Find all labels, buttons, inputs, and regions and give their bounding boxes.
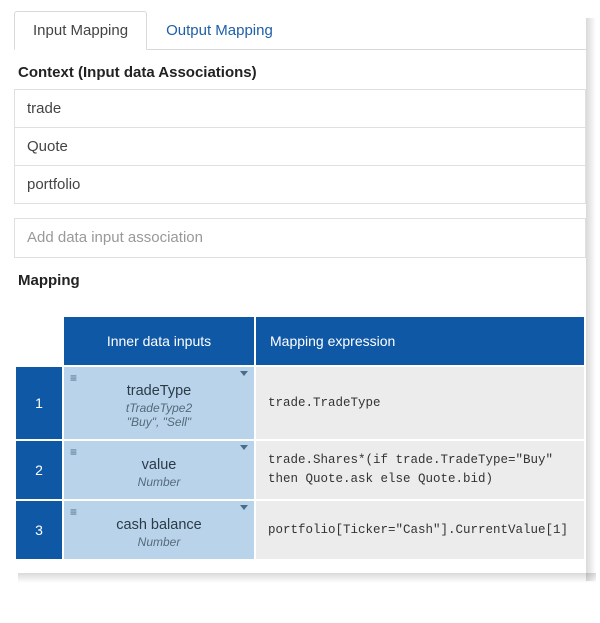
input-enum: "Buy", "Sell" [72,415,246,429]
row-number: 3 [16,501,62,559]
tab-bar: Input Mapping Output Mapping [14,10,586,50]
row-number: 1 [16,367,62,439]
expression-cell[interactable]: trade.TradeType [256,367,584,439]
inner-input-cell[interactable]: ≡ tradeType tTradeType2 "Buy", "Sell" [64,367,254,439]
mapping-table: Inner data inputs Mapping expression 1 ≡… [14,315,586,561]
header-inner-inputs: Inner data inputs [64,317,254,365]
input-name: cash balance [72,511,246,533]
input-name: value [72,451,246,473]
mapping-title: Mapping [14,258,586,297]
expression-cell[interactable]: portfolio[Ticker="Cash"].CurrentValue[1] [256,501,584,559]
mapping-row: 1 ≡ tradeType tTradeType2 "Buy", "Sell" … [16,367,584,439]
drag-handle-icon[interactable]: ≡ [70,371,77,385]
context-association-list: trade Quote portfolio [14,89,586,204]
dropdown-caret-icon[interactable] [240,445,248,450]
drag-handle-icon[interactable]: ≡ [70,505,77,519]
input-type: Number [72,475,246,489]
input-type: Number [72,535,246,549]
tab-output-mapping[interactable]: Output Mapping [147,11,292,50]
mapping-row: 3 ≡ cash balance Number portfolio[Ticker… [16,501,584,559]
dropdown-caret-icon[interactable] [240,505,248,510]
input-name: tradeType [72,377,246,399]
input-type: tTradeType2 [72,401,246,415]
add-association-row[interactable] [14,218,586,258]
context-item[interactable]: Quote [15,128,585,166]
add-association-input[interactable] [27,229,573,246]
mapping-panel: Input Mapping Output Mapping Context (In… [10,10,590,575]
inner-input-cell[interactable]: ≡ cash balance Number [64,501,254,559]
header-empty [16,317,62,365]
header-mapping-expression: Mapping expression [256,317,584,365]
row-number: 2 [16,441,62,499]
mapping-row: 2 ≡ value Number trade.Shares*(if trade.… [16,441,584,499]
context-title: Context (Input data Associations) [14,50,586,89]
dropdown-caret-icon[interactable] [240,371,248,376]
tab-input-mapping[interactable]: Input Mapping [14,11,147,50]
drag-handle-icon[interactable]: ≡ [70,445,77,459]
context-item[interactable]: portfolio [15,166,585,204]
expression-cell[interactable]: trade.Shares*(if trade.TradeType="Buy" t… [256,441,584,499]
inner-input-cell[interactable]: ≡ value Number [64,441,254,499]
context-item[interactable]: trade [15,90,585,128]
